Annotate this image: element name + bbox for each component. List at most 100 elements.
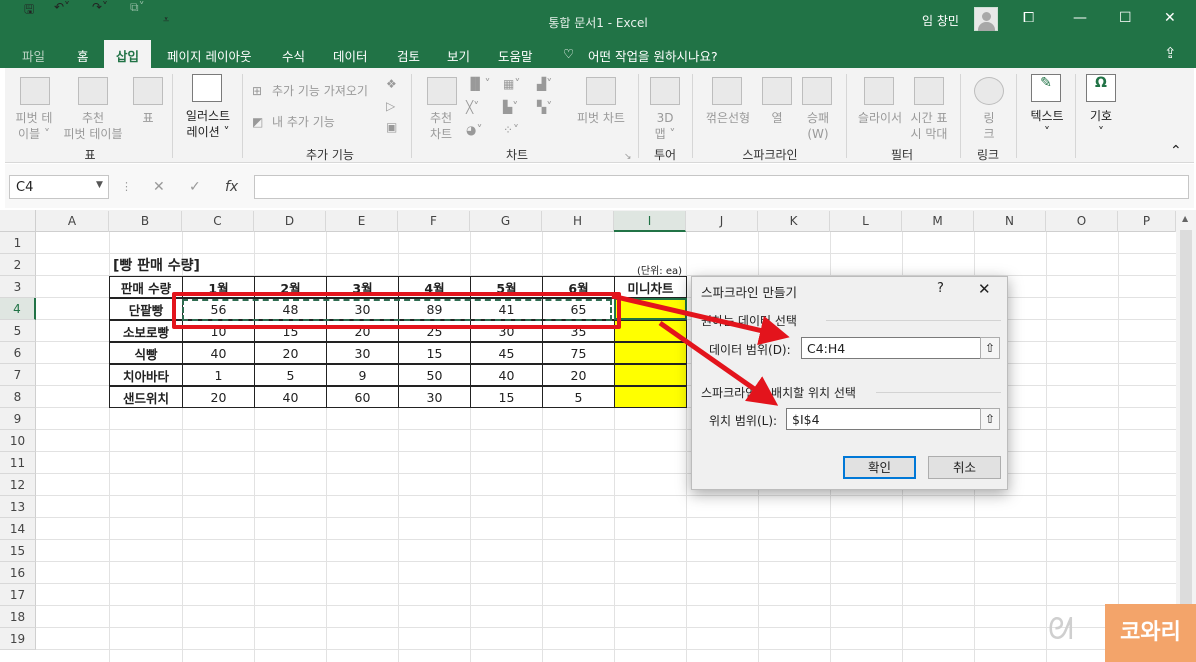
select-all-corner[interactable] [0, 210, 36, 232]
row-header-8[interactable]: 8 [0, 386, 36, 408]
table-button[interactable]: 표 [133, 110, 163, 126]
column-header-b[interactable]: B [109, 211, 182, 232]
formula-input[interactable] [254, 175, 1189, 199]
name-box[interactable]: C4 [9, 175, 109, 199]
row-header-12[interactable]: 12 [0, 474, 36, 496]
ok-button[interactable]: 확인 [843, 456, 916, 479]
column-header-n[interactable]: N [974, 211, 1046, 232]
location-range-input[interactable]: $I$4 [786, 408, 981, 430]
pivot-chart-button[interactable]: 피벗 차트 [570, 110, 632, 126]
my-addins-button[interactable]: 내 추가 기능 [272, 114, 335, 130]
table-cell[interactable]: 5 [254, 364, 327, 386]
column-header-a[interactable]: A [36, 211, 109, 232]
table-cell[interactable]: 40 [182, 342, 255, 364]
row-header-15[interactable]: 15 [0, 540, 36, 562]
column-header-k[interactable]: K [758, 211, 830, 232]
pie-chart-icon[interactable]: ◕˅ [466, 122, 482, 138]
share-icon[interactable]: ⇪ [1164, 44, 1177, 62]
slicer-button[interactable]: 슬라이서 [852, 110, 908, 126]
sparkline-winloss-button[interactable]: 승패 (W) [798, 110, 838, 142]
table-row-label[interactable]: 식빵 [109, 342, 183, 364]
row-header-2[interactable]: 2 [0, 254, 36, 276]
scroll-up-icon[interactable]: ▲ [1182, 214, 1188, 223]
sparkline-cell[interactable] [614, 320, 687, 342]
location-range-collapse-button[interactable]: ⇧ [980, 408, 1000, 430]
sparkline-cell[interactable] [614, 364, 687, 386]
table-cell[interactable]: 60 [326, 386, 399, 408]
enter-icon[interactable]: ✓ [189, 179, 201, 195]
avatar[interactable] [974, 7, 998, 31]
table-cell[interactable]: 75 [542, 342, 615, 364]
cancel-icon[interactable]: ✕ [153, 179, 165, 195]
minimize-icon[interactable]: — [1073, 10, 1087, 26]
form-icon[interactable]: ⧉˅ [130, 0, 145, 15]
row-header-10[interactable]: 10 [0, 430, 36, 452]
table-cell[interactable]: 20 [254, 342, 327, 364]
recommended-pivot-button[interactable]: 추천 피벗 테이블 [56, 110, 130, 142]
sparkline-line-button[interactable]: 꺾은선형 [700, 110, 756, 126]
table-cell[interactable]: 20 [542, 364, 615, 386]
help-icon[interactable]: ? [937, 281, 944, 296]
maximize-icon[interactable]: ☐ [1119, 10, 1132, 26]
people-graph-icon[interactable]: ▣ [386, 119, 397, 135]
hierarchy-chart-icon[interactable]: ▦˅ [503, 76, 520, 92]
table-cell[interactable]: 15 [470, 386, 543, 408]
row-header-19[interactable]: 19 [0, 628, 36, 650]
table-cell[interactable]: 30 [398, 386, 471, 408]
charts-dialog-launcher[interactable]: ↘ [624, 149, 632, 165]
column-header-c[interactable]: C [182, 211, 254, 232]
column-chart-icon[interactable]: ▐▌˅ [466, 76, 490, 92]
column-header-p[interactable]: P [1118, 211, 1176, 232]
row-header-18[interactable]: 18 [0, 606, 36, 628]
illustrations-button[interactable]: 일러스트 레이션 ˅ [178, 108, 238, 140]
row-header-3[interactable]: 3 [0, 276, 36, 298]
column-header-f[interactable]: F [398, 211, 470, 232]
get-addins-button[interactable]: 추가 기능 가져오기 [272, 83, 368, 99]
visio-icon[interactable]: ▷ [386, 98, 395, 114]
bing-icon[interactable]: ❖ [386, 76, 397, 92]
sparkline-column-button[interactable]: 열 [762, 110, 792, 126]
sparkline-cell[interactable] [614, 386, 687, 408]
tab-insert[interactable]: 삽입 [104, 40, 152, 68]
row-header-11[interactable]: 11 [0, 452, 36, 474]
text-button[interactable]: 텍스트 ˅ [1024, 108, 1070, 140]
column-header-e[interactable]: E [326, 211, 398, 232]
row-header-14[interactable]: 14 [0, 518, 36, 540]
tab-view[interactable]: 보기 [447, 46, 470, 65]
pivot-table-button[interactable]: 피벗 테 이블 ˅ [8, 110, 60, 142]
scrollbar-thumb[interactable] [1180, 230, 1192, 650]
table-cell[interactable]: 1 [182, 364, 255, 386]
line-chart-icon[interactable]: ╳˅ [466, 99, 479, 115]
symbol-button[interactable]: 기호 ˅ [1080, 108, 1122, 140]
row-header-17[interactable]: 17 [0, 584, 36, 606]
insert-function-icon[interactable]: fx [225, 179, 238, 195]
combo-chart-icon[interactable]: ▚˅ [537, 99, 552, 115]
redo-icon[interactable]: ↷˅ [92, 0, 108, 14]
column-header-l[interactable]: L [830, 211, 902, 232]
tab-review[interactable]: 검토 [397, 46, 420, 65]
statistic-chart-icon[interactable]: ▟˅ [537, 76, 552, 92]
row-header-1[interactable]: 1 [0, 232, 36, 254]
ribbon-display-icon[interactable]: ⧠ [1023, 10, 1034, 26]
sparkline-cell[interactable] [614, 342, 687, 364]
tell-me-search[interactable]: 어떤 작업을 원하시나요? [588, 46, 718, 65]
undo-icon[interactable]: ↶˅ [54, 0, 70, 14]
column-header-g[interactable]: G [470, 211, 542, 232]
table-cell[interactable]: 50 [398, 364, 471, 386]
row-header-7[interactable]: 7 [0, 364, 36, 386]
timeline-button[interactable]: 시간 표 시 막대 [904, 110, 954, 142]
table-cell[interactable]: 9 [326, 364, 399, 386]
row-header-5[interactable]: 5 [0, 320, 36, 342]
recommended-charts-button[interactable]: 추천 차트 [421, 110, 461, 142]
table-row-label[interactable]: 치아바타 [109, 364, 183, 386]
column-header-i[interactable]: I [614, 211, 686, 232]
close-icon[interactable]: ✕ [1164, 10, 1176, 26]
data-range-input[interactable]: C4:H4 [801, 337, 981, 359]
table-cell[interactable]: 40 [254, 386, 327, 408]
scatter-chart-icon[interactable]: ⁘˅ [503, 122, 519, 138]
table-cell[interactable]: 45 [470, 342, 543, 364]
table-cell[interactable]: 30 [326, 342, 399, 364]
collapse-ribbon-icon[interactable]: ⌃ [1170, 143, 1182, 159]
data-range-collapse-button[interactable]: ⇧ [980, 337, 1000, 359]
waterfall-chart-icon[interactable]: ▙˅ [503, 99, 518, 115]
